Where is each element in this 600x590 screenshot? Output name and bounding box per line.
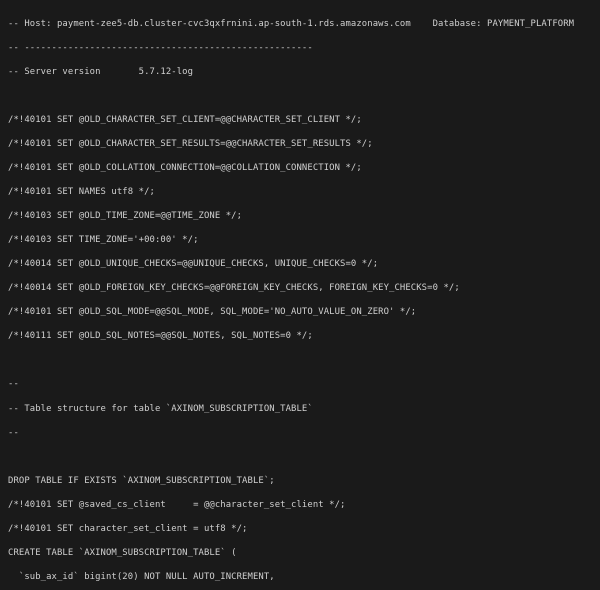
sql-line: DROP TABLE IF EXISTS `AXINOM_SUBSCRIPTIO… (8, 475, 592, 487)
terminal-output: -- Host: payment-zee5-db.cluster-cvc3qxf… (0, 0, 600, 590)
divider-line: -- -------------------------------------… (8, 42, 592, 54)
sql-line: `sub_ax_id` bigint(20) NOT NULL AUTO_INC… (8, 571, 592, 583)
set-line: /*!40111 SET @OLD_SQL_NOTES=@@SQL_NOTES,… (8, 330, 592, 342)
set-line: /*!40101 SET @OLD_COLLATION_CONNECTION=@… (8, 162, 592, 174)
set-line: /*!40101 SET @OLD_SQL_MODE=@@SQL_MODE, S… (8, 306, 592, 318)
set-line: /*!40101 SET @OLD_CHARACTER_SET_CLIENT=@… (8, 114, 592, 126)
set-line: /*!40103 SET TIME_ZONE='+00:00' */; (8, 234, 592, 246)
set-line: /*!40101 SET @OLD_CHARACTER_SET_RESULTS=… (8, 138, 592, 150)
host-line: -- Host: payment-zee5-db.cluster-cvc3qxf… (8, 18, 592, 30)
set-line: /*!40101 SET NAMES utf8 */; (8, 186, 592, 198)
table-comment-line: -- (8, 427, 592, 439)
server-version-line: -- Server version 5.7.12-log (8, 66, 592, 78)
blank-line (8, 90, 592, 102)
table-comment-line: -- Table structure for table `AXINOM_SUB… (8, 403, 592, 415)
set-line: /*!40014 SET @OLD_FOREIGN_KEY_CHECKS=@@F… (8, 282, 592, 294)
set-line: /*!40103 SET @OLD_TIME_ZONE=@@TIME_ZONE … (8, 210, 592, 222)
sql-line: /*!40101 SET character_set_client = utf8… (8, 523, 592, 535)
blank-line (8, 451, 592, 463)
table-comment-line: -- (8, 378, 592, 390)
sql-line: /*!40101 SET @saved_cs_client = @@charac… (8, 499, 592, 511)
blank-line (8, 354, 592, 366)
set-line: /*!40014 SET @OLD_UNIQUE_CHECKS=@@UNIQUE… (8, 258, 592, 270)
sql-line: CREATE TABLE `AXINOM_SUBSCRIPTION_TABLE`… (8, 547, 592, 559)
